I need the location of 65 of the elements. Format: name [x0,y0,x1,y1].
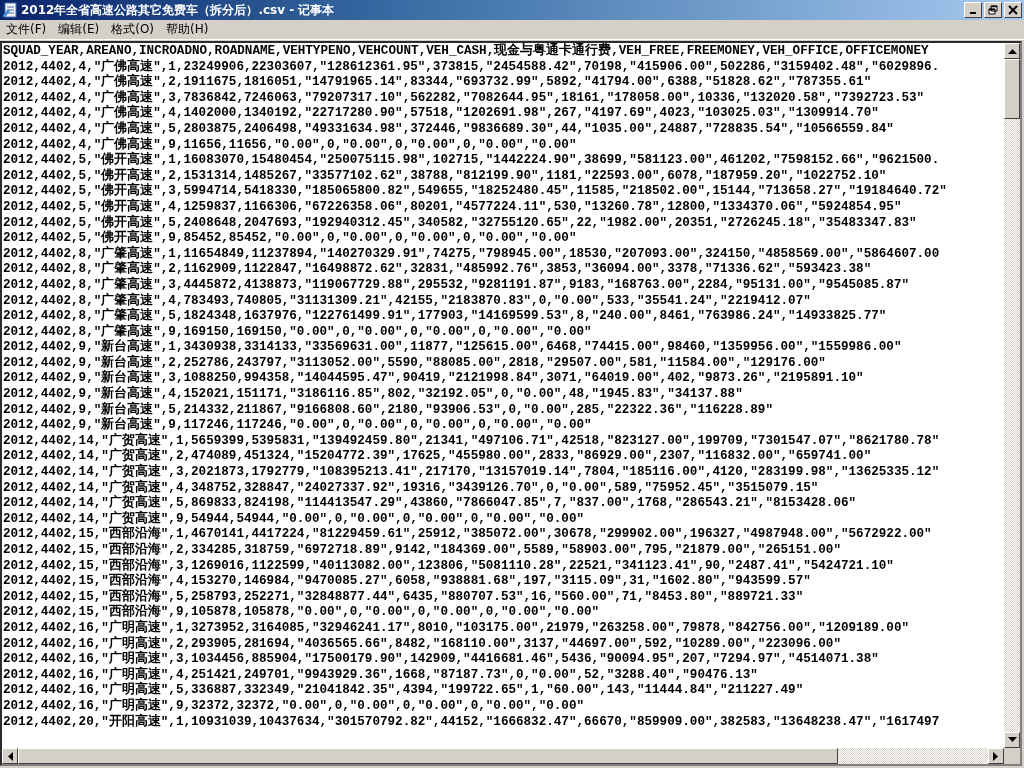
text-line: 2012,4402,16,"广明高速",2,293905,281694,"4036565.66",8482,"168110.00",3137,"44697.00",592,"10289.00","223096.00" [3,636,842,651]
text-line: 2012,4402,14,"广贺高速",9,54944,54944,"0.00",0,"0.00",0,"0.00",0,"0.00","0.00" [3,511,586,526]
text-line: 2012,4402,14,"广贺高速",2,474089,451324,"15204772.39",17625,"455980.00",2833,"86929.00",2307,"116832.00","659741.00" [3,449,873,464]
text-line: 2012,4402,4,"广佛高速",9,11656,11656,"0.00",0,"0.00",0,"0.00",0,"0.00","0.00" [3,137,578,152]
text-line: 2012,4402,5,"佛开高速",2,1531314,1485267,"33577102.62",38788,"812199.90",1181,"22593.00",6078,"187959.20","1022752.10" [3,168,888,183]
menu-item[interactable]: 编辑(E) [54,21,108,38]
minimize-icon [970,12,976,14]
text-line: 2012,4402,16,"广明高速",5,336887,332349,"21041842.35",4394,"199722.65",1,"60.00",143,"11444.84","211227.49" [3,683,805,698]
text-line: 2012,4402,4,"广佛高速",5,2803875,2406498,"49331634.98",372446,"9836689.30",44,"1035.00",24887,"728835.54","10566559.84" [3,121,895,136]
right-arrow-icon [993,751,999,761]
text-line: 2012,4402,15,"西部沿海",1,4670141,4417224,"81229459.61",25912,"385072.00",30678,"299902.00",196327,"4987948.00","5672922.00" [3,527,933,542]
scrollbar-corner [1004,748,1020,764]
text-line: 2012,4402,5,"佛开高速",1,16083070,15480454,"250075115.98",102715,"1442224.90",38699,"581123.00",461202,"7598152.66","9621500. [3,153,941,168]
menu-item[interactable]: 帮助(H) [162,21,217,38]
restore-button[interactable] [984,2,1002,18]
scroll-thumb[interactable] [18,748,838,764]
text-line: 2012,4402,5,"佛开高速",9,85452,85452,"0.00",0,"0.00",0,"0.00",0,"0.00","0.00" [3,231,578,246]
horizontal-scrollbar[interactable] [2,748,1020,764]
text-line: 2012,4402,9,"新台高速",1,3430938,3314133,"33569631.00",11877,"125615.00",6468,"74415.00",98460,"1359956.00","1559986.00" [3,340,903,355]
text-line: 2012,4402,5,"佛开高速",4,1259837,1166306,"67226358.06",80201,"4577224.11",530,"13260.78",12800,"1334370.06","5924854.95" [3,199,903,214]
window-title: 2012年全省高速公路其它免费车（拆分后）.csv - 记事本 [21,1,335,19]
text-line: 2012,4402,8,"广肇高速",3,4445872,4138873,"119067729.88",295532,"9281191.87",9183,"168763.00",2284,"95131.00","9545085.87" [3,277,910,292]
text-line: 2012,4402,14,"广贺高速",4,348752,328847,"24027337.92",19316,"3439126.70",0,"0.00",589,"75952.45","3515079.15" [3,480,820,495]
text-line: 2012,4402,5,"佛开高速",3,5994714,5418330,"185065800.82",549655,"18252480.45",11585,"218502.00",15144,"713658.27","19184640.72" [3,184,948,199]
text-line: 2012,4402,14,"广贺高速",3,2021873,1792779,"108395213.41",217170,"13157019.14",7804,"185116.00",4120,"283199.98","13625335.12" [3,465,941,480]
text-line: 2012,4402,4,"广佛高速",4,1402000,1340192,"22717280.90",57518,"1202691.98",267,"4197.69",4023,"103025.03","1309914.70" [3,106,880,121]
text-line: 2012,4402,14,"广贺高速",5,869833,824198,"114413547.29",43860,"7866047.85",7,"837.00",1768,"286543.21","8153428.06" [3,496,858,511]
text-line: SQUAD_YEAR,AREANO,INCROADNO,ROADNAME,VEHTYPENO,VEHCOUNT,VEH_CASH,现金与粤通卡通行费,VEH_FREE,FREEMONEY,VEH_OFFICE,OFFICEMONEY [3,44,930,58]
text-line: 2012,4402,15,"西部沿海",3,1269016,1122599,"40113082.00",123806,"5081110.28",22521,"341123.41",90,"2487.41","5424721.10" [3,558,895,573]
up-arrow-icon [1007,48,1017,54]
text-line: 2012,4402,8,"广肇高速",2,1162909,1122847,"16498872.62",32831,"485992.76",3853,"36094.00",3378,"71336.62","593423.38" [3,262,873,277]
text-line: 2012,4402,8,"广肇高速",5,1824348,1637976,"122761499.91",177903,"14169599.53",8,"240.00",8461,"763986.24","14933825.77" [3,309,888,324]
left-arrow-icon [7,751,13,761]
notepad-icon [2,2,18,18]
text-line: 2012,4402,5,"佛开高速",5,2408648,2047693,"192940312.45",340582,"32755120.65",22,"1982.00",20351,"2726245.18","35483347.83" [3,215,918,230]
text-line: 2012,4402,9,"新台高速",2,252786,243797,"3113052.00",5590,"88085.00",2818,"29507.00",581,"11584.00","129176.00" [3,355,827,370]
text-line: 2012,4402,9,"新台高速",3,1088250,994358,"14044595.47",90419,"2121998.84",3071,"64019.00",402,"9873.26","2195891.10" [3,371,865,386]
text-line: 2012,4402,16,"广明高速",9,32372,32372,"0.00",0,"0.00",0,"0.00",0,"0.00","0.00" [3,698,586,713]
text-line: 2012,4402,16,"广明高速",1,3273952,3164085,"32946241.17",8010,"103175.00",21979,"263258.00",79878,"842756.00","1209189.00" [3,620,910,635]
text-line: 2012,4402,9,"新台高速",4,152021,151171,"3186116.85",802,"32192.05",0,"0.00",48,"1945.83","34137.88" [3,387,744,402]
text-line: 2012,4402,9,"新台高速",5,214332,211867,"9166808.60",2180,"93906.53",0,"0.00",285,"22322.36","116228.89" [3,402,774,417]
text-line: 2012,4402,16,"广明高速",4,251421,249701,"9943929.36",1668,"87187.73",0,"0.00",52,"3288.40","90476.13" [3,667,759,682]
close-icon [1008,5,1018,15]
minimize-button[interactable] [964,2,982,18]
text-line: 2012,4402,15,"西部沿海",9,105878,105878,"0.00",0,"0.00",0,"0.00",0,"0.00","0.00" [3,605,601,620]
scroll-thumb[interactable] [1004,59,1020,119]
close-button[interactable] [1004,2,1022,18]
text-line: 2012,4402,15,"西部沿海",2,334285,318759,"6972718.89",9142,"184369.00",5589,"58903.00",795,"21879.00","265151.00" [3,543,842,558]
text-line: 2012,4402,9,"新台高速",9,117246,117246,"0.00",0,"0.00",0,"0.00",0,"0.00","0.00" [3,418,593,433]
text-line: 2012,4402,14,"广贺高速",1,5659399,5395831,"139492459.80",21341,"497106.71",42518,"823127.00",199709,"7301547.07","8621780.78" [3,433,941,448]
text-line: 2012,4402,4,"广佛高速",1,23249906,22303607,"128612361.95",373815,"2454588.42",70198,"415906.00",502286,"3159402.48","6029896. [3,59,941,74]
text-line: 2012,4402,8,"广肇高速",9,169150,169150,"0.00",0,"0.00",0,"0.00",0,"0.00","0.00" [3,324,593,339]
text-line: 2012,4402,15,"西部沿海",5,258793,252271,"32848877.44",6435,"880707.53",16,"560.00",71,"8453.80","889721.33" [3,589,805,604]
down-arrow-icon [1007,737,1017,743]
text-line: 2012,4402,4,"广佛高速",2,1911675,1816051,"14791965.14",83344,"693732.99",5892,"41794.00",6388,"51828.62","787355.61" [3,75,873,90]
restore-icon [988,5,998,15]
text-line: 2012,4402,8,"广肇高速",4,783493,740805,"31131309.21",42155,"2183870.83",0,"0.00",533,"35541.24","2219412.07" [3,293,812,308]
text-line: 2012,4402,15,"西部沿海",4,153270,146984,"9470085.27",6058,"938881.68",197,"3115.09",31,"1602.80","943599.57" [3,574,812,589]
text-line: 2012,4402,8,"广肇高速",1,11654849,11237894,"140270329.91",74275,"798945.00",18530,"207093.00",324150,"4858569.00","5864607.00 [3,246,941,261]
menu-item[interactable]: 文件(F) [2,21,55,38]
vertical-scrollbar[interactable] [1004,43,1020,748]
menu-item[interactable]: 格式(O) [107,21,163,38]
text-line: 2012,4402,4,"广佛高速",3,7836842,7246063,"79207317.10",562282,"7082644.95",18161,"178058.00",10336,"132020.58","7392723.53" [3,90,926,105]
text-line: 2012,4402,20,"开阳高速",1,10931039,10437634,"301570792.82",44152,"1666832.47",66670,"859909.00",382583,"13648238.47","1617497 [3,714,941,731]
text-line: 2012,4402,16,"广明高速",3,1034456,885904,"17500179.90",142909,"4416681.46",5436,"90094.95",207,"7294.97","4514071.38" [3,652,880,667]
